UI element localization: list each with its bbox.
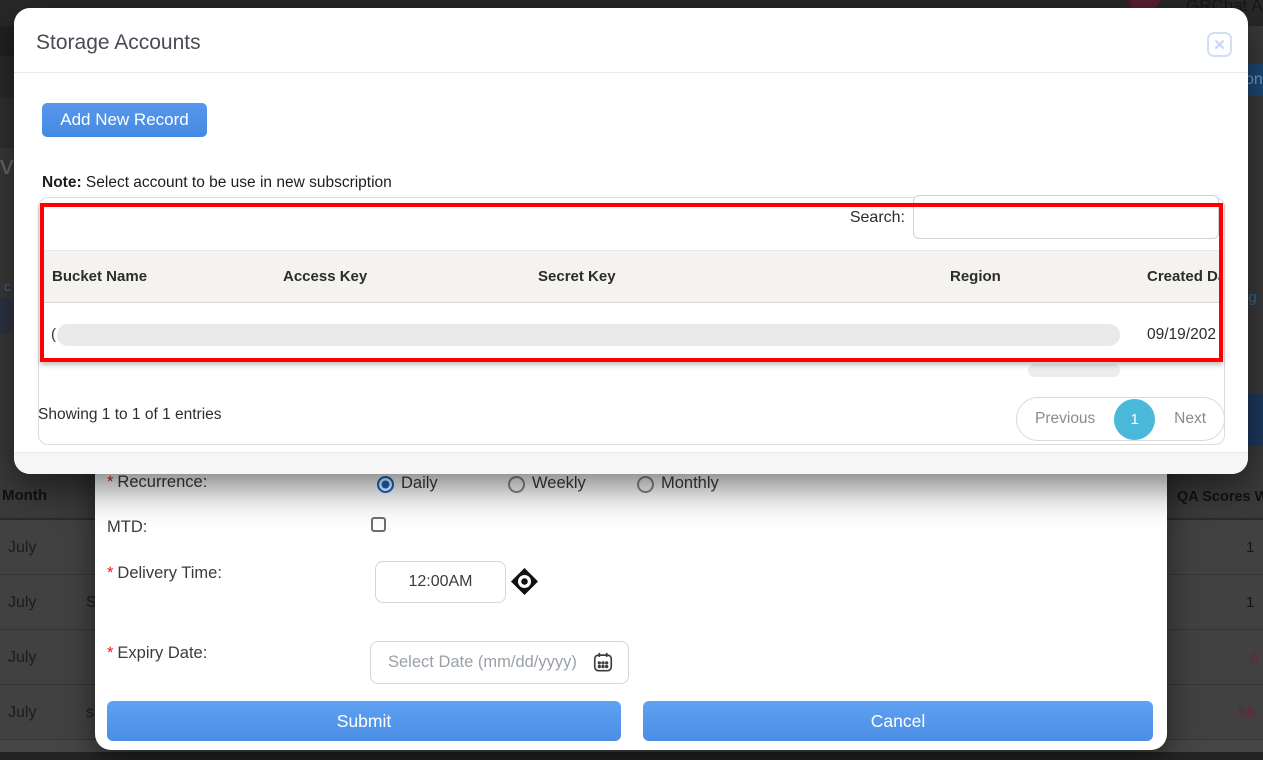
background-fragment — [0, 26, 14, 56]
background-bottom-bar — [0, 752, 1263, 760]
cancel-button[interactable]: Cancel — [643, 701, 1153, 741]
calendar-icon[interactable] — [592, 651, 614, 673]
qa-score-cell: 58 — [1238, 704, 1255, 721]
month-cell: July — [8, 649, 36, 667]
delivery-time-input[interactable] — [375, 561, 506, 603]
radio-monthly-label[interactable]: Monthly — [661, 474, 719, 493]
background-fragment — [0, 56, 14, 98]
column-header-secret-key[interactable]: Secret Key — [538, 268, 616, 285]
previous-page-button[interactable]: Previous — [1035, 410, 1095, 428]
redacted-row-content[interactable] — [57, 324, 1120, 346]
table-header-row — [41, 250, 1222, 303]
background-link-fragment: c — [4, 278, 11, 294]
month-cell: July — [8, 704, 36, 722]
expiry-date-input[interactable] — [370, 641, 629, 684]
scrollbar-fragment[interactable] — [1028, 364, 1120, 377]
created-date-cell: 09/19/202 — [1147, 326, 1220, 346]
qa-scores-column-header: QA Scores W — [1177, 489, 1263, 505]
radio-monthly[interactable] — [637, 476, 654, 493]
modal-footer — [14, 452, 1248, 474]
status-cell-fragment: s — [86, 704, 94, 722]
month-cell: July — [8, 539, 36, 557]
recurrence-label: *Recurrence: — [107, 473, 207, 492]
time-picker-icon[interactable] — [510, 567, 539, 596]
required-marker: * — [107, 473, 113, 491]
column-header-bucket-name[interactable]: Bucket Name — [52, 268, 147, 285]
search-input[interactable] — [913, 195, 1219, 239]
next-page-button[interactable]: Next — [1174, 410, 1206, 428]
radio-weekly[interactable] — [508, 476, 525, 493]
add-new-record-button[interactable]: Add New Record — [42, 103, 207, 137]
month-column-header: Month — [2, 487, 47, 504]
mtd-label: MTD: — [107, 518, 147, 537]
column-header-region[interactable]: Region — [950, 268, 1001, 285]
column-header-access-key[interactable]: Access Key — [283, 268, 367, 285]
bucket-name-fragment: ( — [51, 326, 56, 343]
column-header-created-date[interactable]: Created Da — [1147, 268, 1220, 285]
pagination: Previous 1 Next — [1016, 397, 1225, 441]
submit-button[interactable]: Submit — [107, 701, 621, 741]
delivery-time-label: *Delivery Time: — [107, 564, 222, 583]
expiry-date-label: *Expiry Date: — [107, 644, 207, 663]
divider — [14, 72, 1248, 73]
note-text: Note: Select account to be use in new su… — [42, 174, 392, 192]
mtd-checkbox[interactable] — [371, 517, 386, 532]
close-icon[interactable]: ✕ — [1207, 32, 1232, 57]
entries-info: Showing 1 to 1 of 1 entries — [38, 406, 222, 424]
background-fragment — [0, 98, 14, 148]
radio-daily[interactable] — [377, 476, 394, 493]
qa-score-cell: 6 — [1250, 649, 1258, 666]
current-page-button[interactable]: 1 — [1114, 399, 1155, 440]
radio-weekly-label[interactable]: Weekly — [532, 474, 586, 493]
modal-title: Storage Accounts — [36, 31, 201, 55]
radio-daily-label[interactable]: Daily — [401, 474, 438, 493]
qa-score-cell: 1 — [1246, 594, 1254, 611]
search-label: Search: — [770, 209, 905, 227]
qa-score-cell: 1 — [1246, 539, 1254, 556]
month-cell: July — [8, 594, 36, 612]
